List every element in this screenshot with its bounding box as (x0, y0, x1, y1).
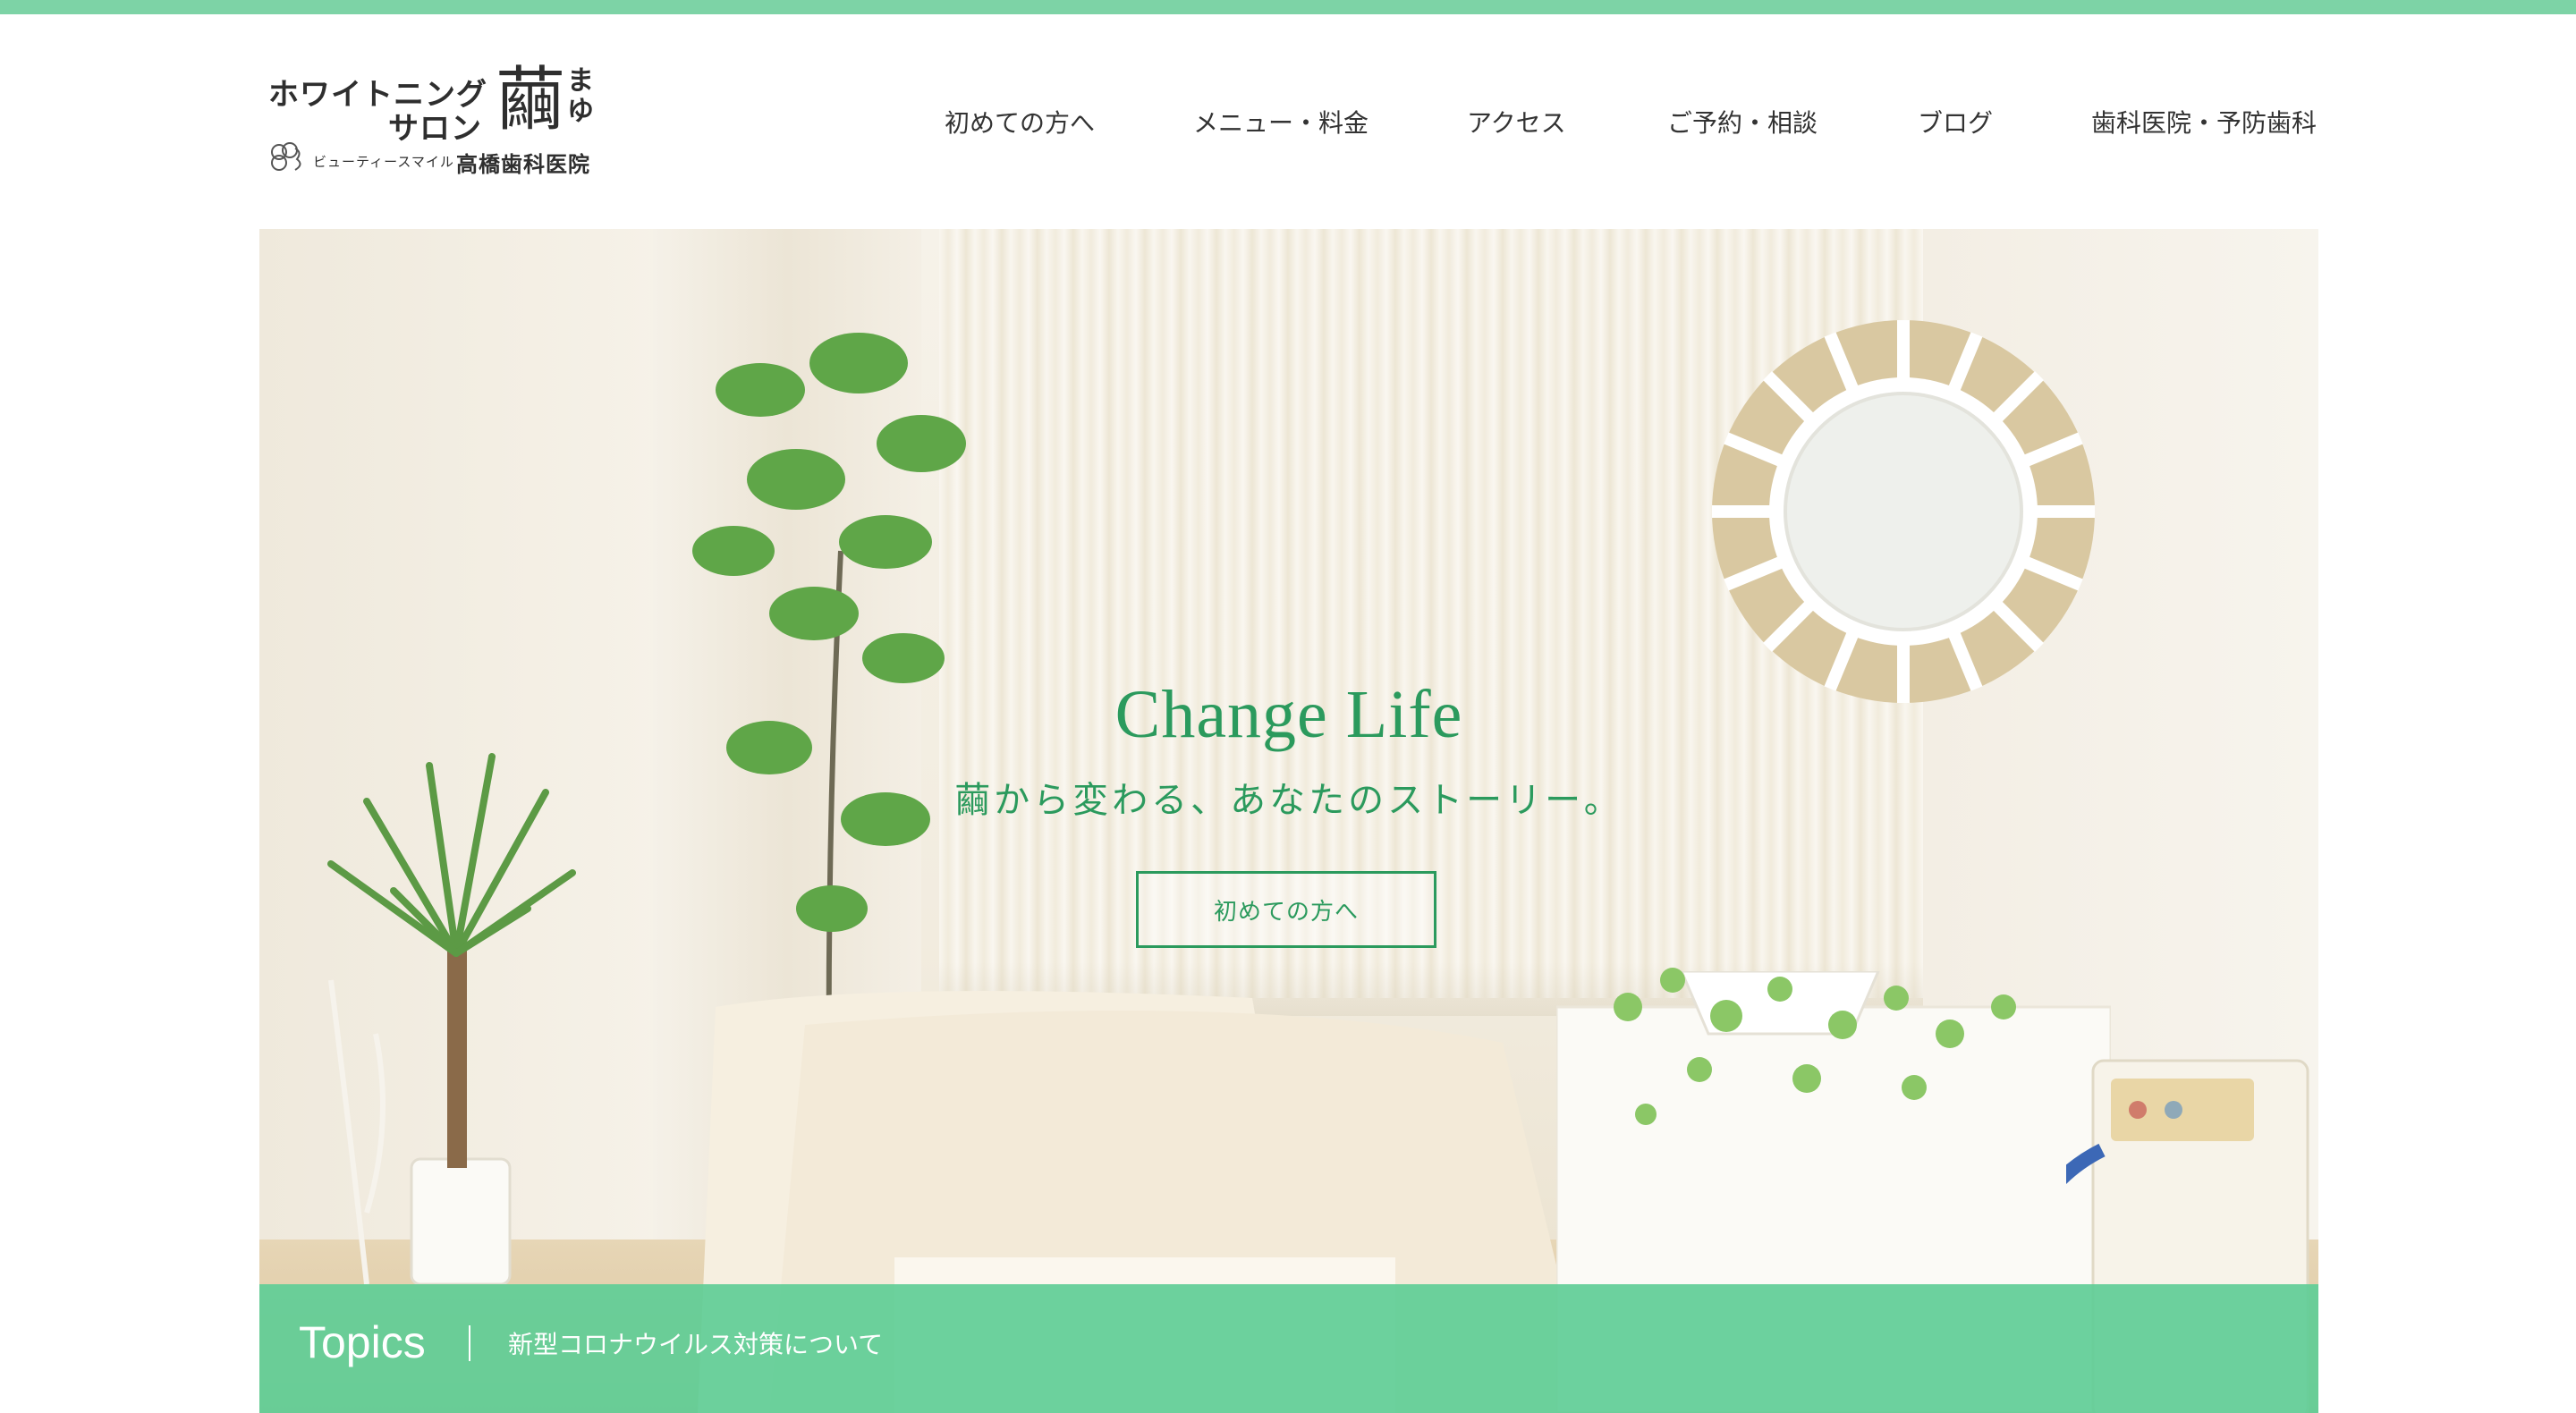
nav-blog[interactable]: ブログ (1918, 104, 1993, 140)
topics-divider (469, 1325, 470, 1361)
logo-clinic-name: 高橋歯科医院 (456, 152, 590, 177)
nav-reservation[interactable]: ご予約・相談 (1667, 104, 1818, 140)
top-accent-bar (0, 0, 2576, 14)
topics-label: Topics (299, 1317, 426, 1367)
hero-title: Change Life (1114, 677, 1463, 752)
nav-dental-clinic[interactable]: 歯科医院・予防歯科 (2091, 104, 2317, 140)
topics-link[interactable]: 新型コロナウイルス対策について (508, 1325, 883, 1361)
logo-subtitle: ビューティースマイル (313, 154, 454, 170)
flower-logo-icon (271, 142, 301, 171)
hero-subtitle: 繭から変わる、あなたのストーリー。 (954, 780, 1623, 821)
nav-access[interactable]: アクセス (1467, 104, 1566, 140)
nav-first-visit[interactable]: 初めての方へ (945, 104, 1095, 140)
main-nav: 初めての方へ メニュー・料金 アクセス ご予約・相談 ブログ 歯科医院・予防歯科 (0, 104, 2576, 140)
topics-bar: Topics 新型コロナウイルス対策について (259, 1284, 2318, 1413)
nav-menu-price[interactable]: メニュー・料金 (1193, 104, 1368, 140)
ivy-plant-image (1614, 968, 2016, 1125)
first-visit-button[interactable]: 初めての方へ (1136, 871, 1436, 948)
round-mirror-image (1712, 320, 2095, 703)
hero-banner: Change Life 繭から変わる、あなたのストーリー。 初めての方へ Top… (259, 229, 2318, 1413)
